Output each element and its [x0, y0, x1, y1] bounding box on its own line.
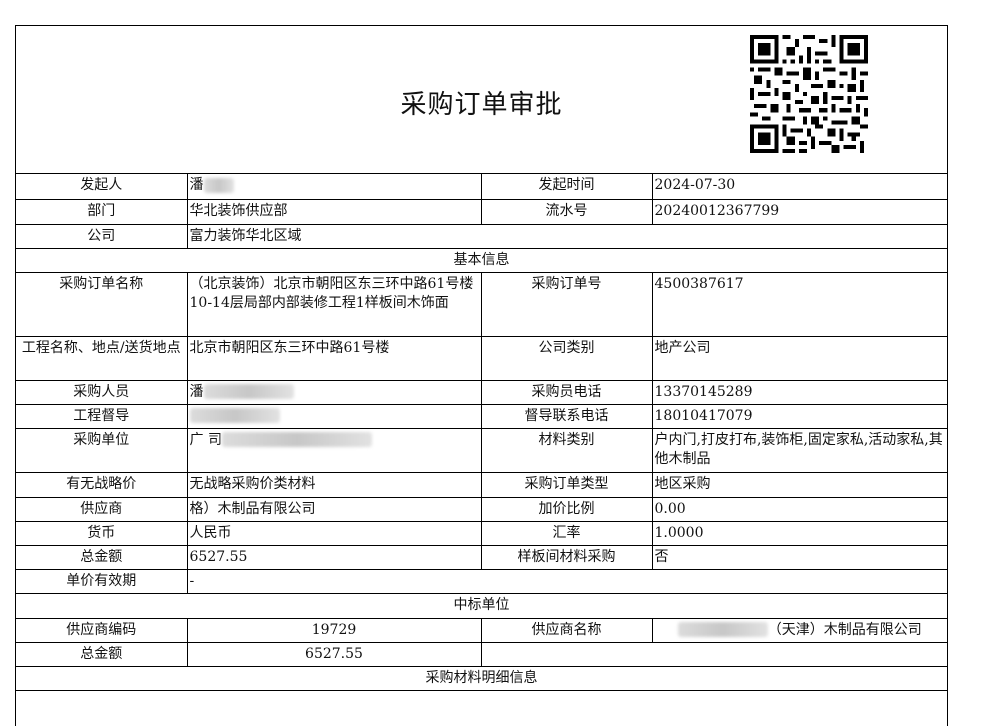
- redaction-mask: [221, 432, 372, 447]
- empty-cell: [480, 641, 947, 667]
- buyer-label: 采购人员: [16, 379, 188, 405]
- dept-value: 华北装饰供应部: [186, 198, 482, 225]
- table-row: 总金额 6527.55 样板间材料采购 否: [16, 544, 947, 570]
- supplier-label: 供应商: [16, 496, 188, 522]
- currency-label: 货币: [16, 520, 188, 546]
- order-type-value: 地区采购: [651, 471, 947, 498]
- supplier-code-value: 19729: [186, 617, 482, 643]
- table-row: 货币 人民币 汇率 1.0000: [16, 520, 947, 546]
- strategic-value: 无战略采购价类材料: [186, 471, 482, 498]
- order-type-label: 采购订单类型: [480, 471, 653, 498]
- table-row: 供应商编码 19729 供应商名称 （天津）木制品有限公司: [16, 617, 947, 643]
- total-value: 6527.55: [186, 544, 482, 570]
- qr-code-icon: [750, 35, 868, 153]
- section-material-details: 采购材料明细信息: [16, 665, 947, 691]
- redaction-mask: [189, 408, 280, 423]
- strategic-label: 有无战略价: [16, 471, 188, 498]
- validity-label: 单价有效期: [16, 568, 188, 594]
- purchase-unit-value: 广 司: [186, 427, 482, 473]
- project-label: 工程名称、地点/送货地点: [16, 335, 188, 381]
- table-row: 单价有效期 -: [16, 568, 947, 594]
- order-name-value: （北京装饰）北京市朝阳区东三环中路61号楼10-14层局部内部装修工程1样板间木…: [186, 271, 482, 337]
- sample-label: 样板间材料采购: [480, 544, 653, 570]
- table-row: 基本信息: [16, 247, 947, 273]
- order-name-label: 采购订单名称: [16, 271, 188, 337]
- supervisor-phone-label: 督导联系电话: [480, 403, 653, 429]
- supplier-code-label: 供应商编码: [16, 617, 188, 643]
- supervisor-value: [186, 403, 482, 429]
- document-header: 采购订单审批: [16, 26, 947, 174]
- table-row: 部门 华北装饰供应部 流水号 20240012367799: [16, 198, 947, 225]
- material-type-label: 材料类别: [480, 427, 653, 473]
- table-row: 中标单位: [16, 592, 947, 619]
- buyer-phone-label: 采购员电话: [480, 379, 653, 405]
- rate-label: 汇率: [480, 520, 653, 546]
- document-page: 采购订单审批 发起人 潘 发起时间 2024-07-30 部门 华北装饰供应部 …: [15, 25, 948, 726]
- table-row: 工程督导 督导联系电话 18010417079: [16, 403, 947, 429]
- redaction-mask: [203, 384, 294, 399]
- dept-label: 部门: [16, 198, 188, 225]
- approval-table: 发起人 潘 发起时间 2024-07-30 部门 华北装饰供应部 流水号 202…: [16, 174, 947, 691]
- buyer-value: 潘: [186, 379, 482, 405]
- winner-total-label: 总金额: [16, 641, 188, 667]
- initiator-label: 发起人: [16, 174, 188, 200]
- sample-value: 否: [651, 544, 947, 570]
- winner-total-value: 6527.55: [186, 641, 482, 667]
- markup-label: 加价比例: [480, 496, 653, 522]
- supplier-name-value: （天津）木制品有限公司: [651, 617, 947, 643]
- company-type-label: 公司类别: [480, 335, 653, 381]
- redaction-mask: [203, 177, 234, 193]
- rate-value: 1.0000: [651, 520, 947, 546]
- table-row: 供应商 格）木制品有限公司 加价比例 0.00: [16, 496, 947, 522]
- initiator-value: 潘: [186, 174, 482, 200]
- material-type-value: 户内门,打皮打布,装饰柜,固定家私,活动家私,其他木制品: [651, 427, 947, 473]
- supplier-name-label: 供应商名称: [480, 617, 653, 643]
- table-row: 采购单位 广 司 材料类别 户内门,打皮打布,装饰柜,固定家私,活动家私,其他木…: [16, 427, 947, 473]
- markup-value: 0.00: [651, 496, 947, 522]
- section-winning-unit: 中标单位: [16, 592, 947, 619]
- table-row: 采购订单名称 （北京装饰）北京市朝阳区东三环中路61号楼10-14层局部内部装修…: [16, 271, 947, 337]
- purchase-unit-label: 采购单位: [16, 427, 188, 473]
- project-value: 北京市朝阳区东三环中路61号楼: [186, 335, 482, 381]
- validity-value: -: [186, 568, 947, 594]
- start-time-label: 发起时间: [480, 174, 653, 200]
- table-row: 采购材料明细信息: [16, 665, 947, 691]
- table-row: 公司 富力装饰华北区域: [16, 223, 947, 249]
- start-time-value: 2024-07-30: [651, 174, 947, 200]
- table-row: 工程名称、地点/送货地点 北京市朝阳区东三环中路61号楼 公司类别 地产公司: [16, 335, 947, 381]
- company-value: 富力装饰华北区域: [186, 223, 947, 249]
- order-no-label: 采购订单号: [480, 271, 653, 337]
- section-basic-info: 基本信息: [16, 247, 947, 273]
- company-label: 公司: [16, 223, 188, 249]
- table-row: 采购人员 潘 采购员电话 13370145289: [16, 379, 947, 405]
- order-no-value: 4500387617: [651, 271, 947, 337]
- redaction-mask: [677, 622, 768, 637]
- supplier-value: 格）木制品有限公司: [186, 496, 482, 522]
- supervisor-label: 工程督导: [16, 403, 188, 429]
- serial-label: 流水号: [480, 198, 653, 225]
- supervisor-phone-value: 18010417079: [651, 403, 947, 429]
- serial-value: 20240012367799: [651, 198, 947, 225]
- table-row: 有无战略价 无战略采购价类材料 采购订单类型 地区采购: [16, 471, 947, 498]
- currency-value: 人民币: [186, 520, 482, 546]
- table-row: 发起人 潘 发起时间 2024-07-30: [16, 174, 947, 200]
- table-row: 总金额 6527.55: [16, 641, 947, 667]
- company-type-value: 地产公司: [651, 335, 947, 381]
- buyer-phone-value: 13370145289: [651, 379, 947, 405]
- total-label: 总金额: [16, 544, 188, 570]
